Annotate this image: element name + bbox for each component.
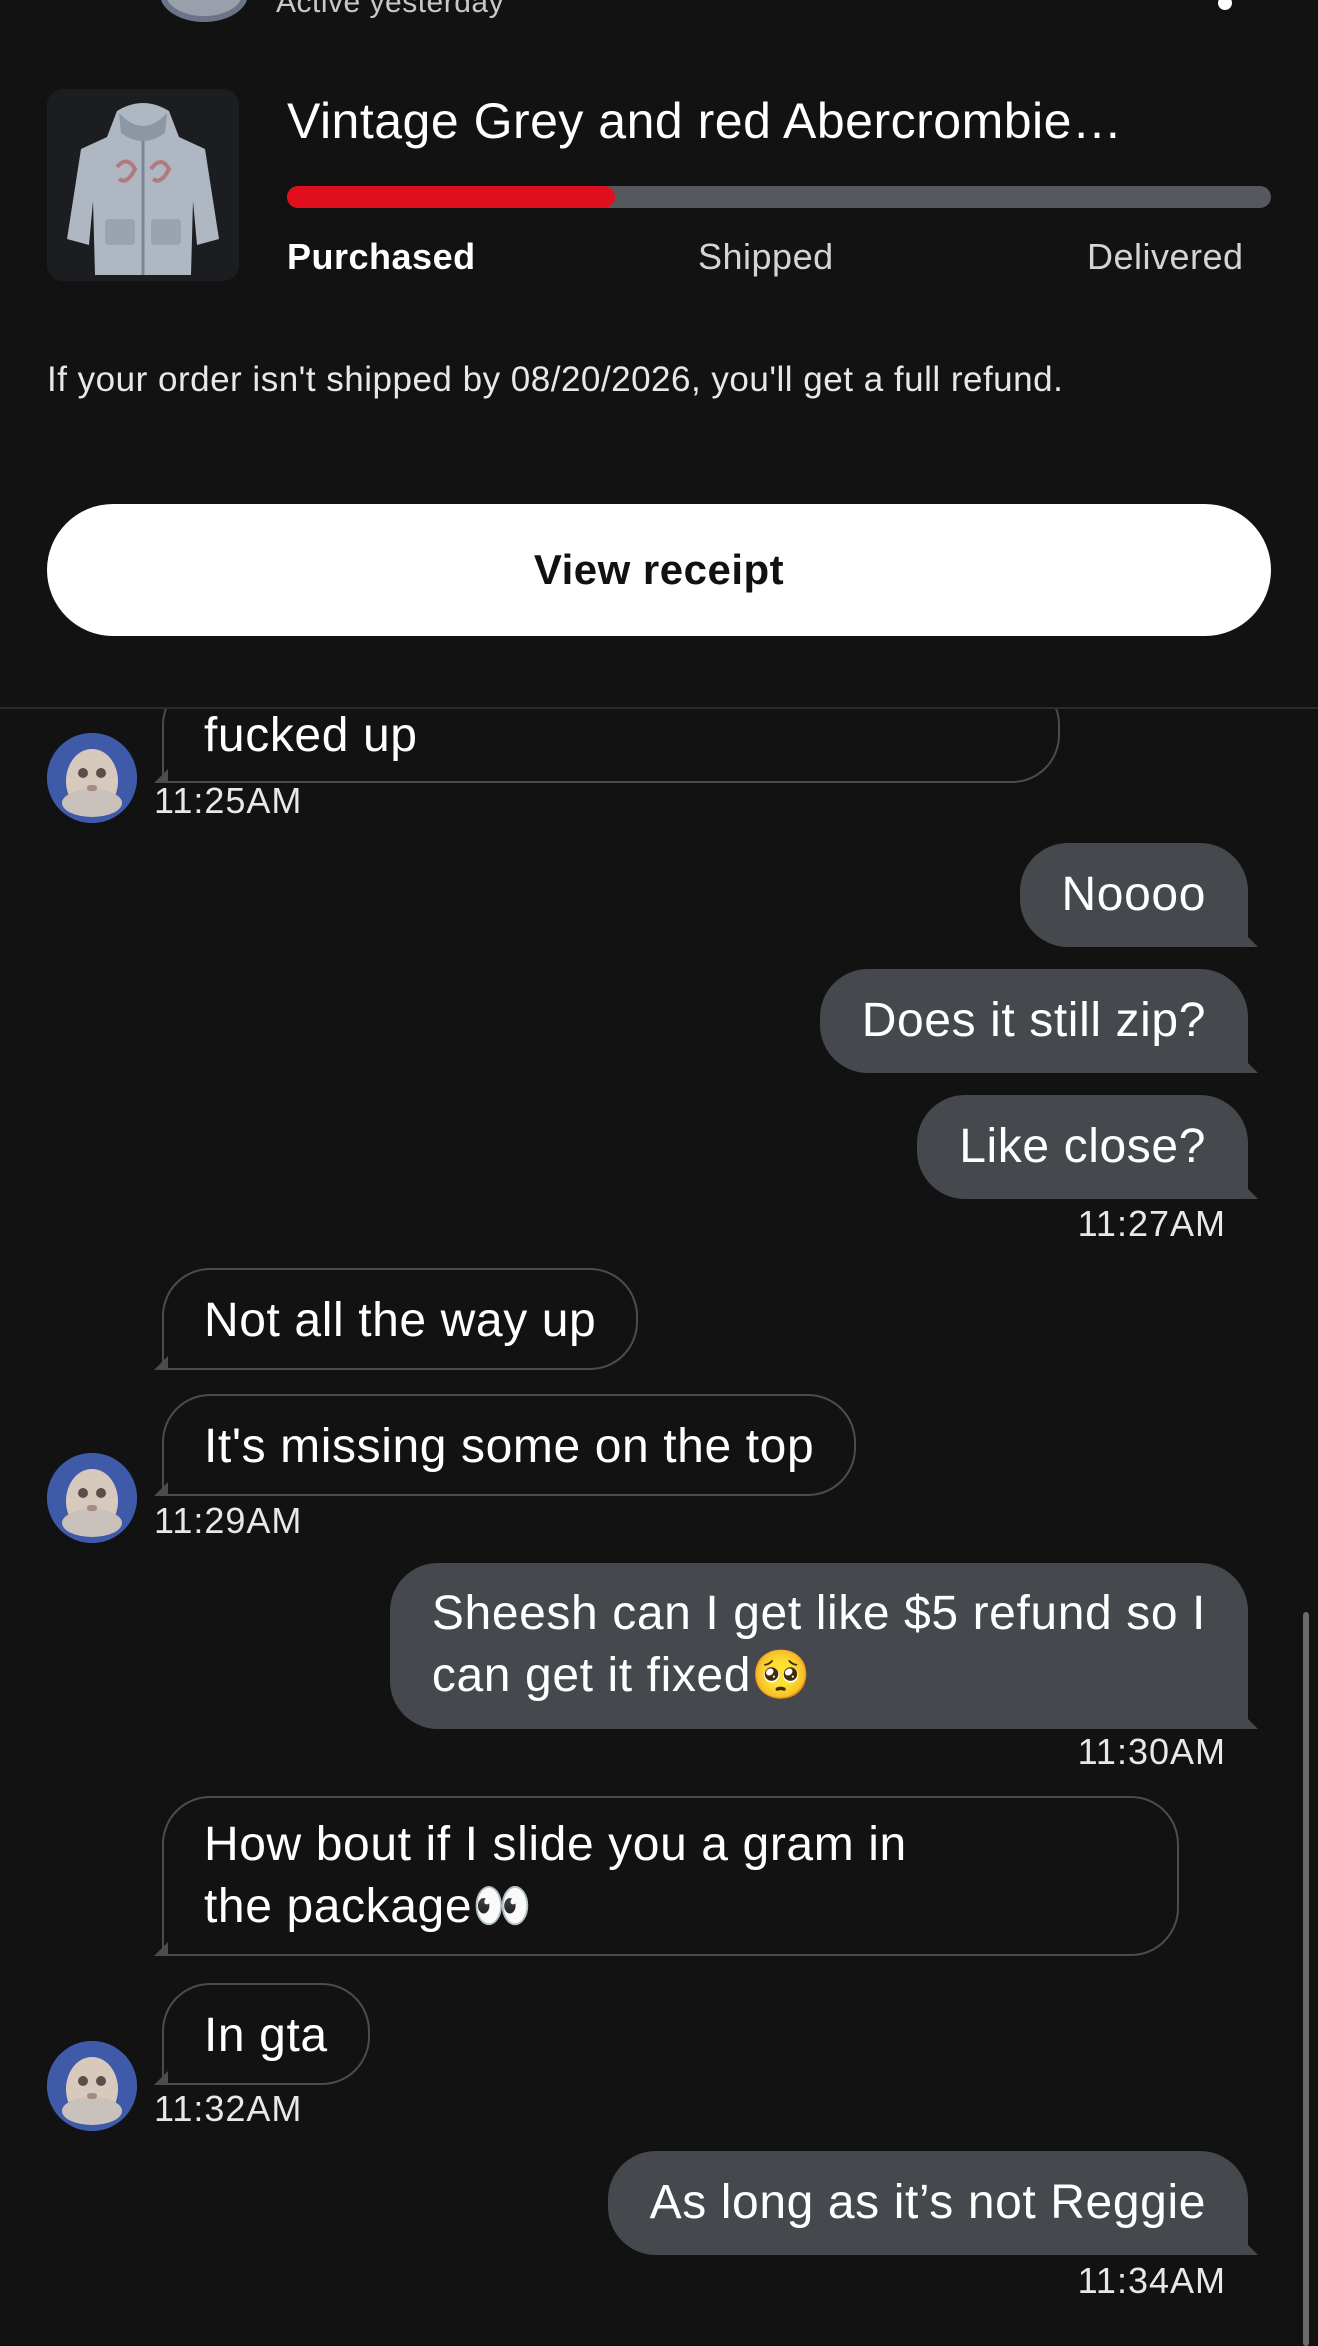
item-thumbnail[interactable] — [47, 89, 239, 281]
message-text: Does it still zip? — [861, 994, 1206, 1047]
message-timestamp: 11:30AM — [1077, 1731, 1226, 1772]
chat-scrollbar[interactable] — [1303, 1612, 1309, 2346]
message-bubble-incoming[interactable]: In gta — [154, 1983, 370, 2085]
message-text: It's missing some on the top — [204, 1420, 815, 1473]
seller-message-avatar[interactable] — [47, 733, 137, 823]
message-bubble-outgoing[interactable]: Like close? — [917, 1095, 1258, 1199]
message-bubble-incoming[interactable]: It's missing some on the top — [153, 1394, 857, 1496]
item-title[interactable]: Vintage Grey and red Abercrombie… — [287, 92, 1267, 150]
shipping-progress-bar — [287, 186, 1271, 208]
message-timestamp: 11:25AM — [154, 780, 303, 821]
message-timestamp: 11:32AM — [154, 2088, 303, 2129]
message-bubble-outgoing[interactable]: Sheesh can I get like $5 refund so I can… — [389, 1563, 1259, 1729]
step-purchased: Purchased — [287, 236, 476, 277]
seller-message-avatar[interactable] — [47, 1453, 137, 1543]
step-shipped: Shipped — [698, 236, 834, 277]
message-text: Not all the way up — [204, 1294, 597, 1347]
message-text: As long as it’s not Reggie — [649, 2176, 1206, 2229]
message-text: Noooo — [1061, 868, 1206, 921]
message-bubble-incoming[interactable]: Not all the way up — [153, 1268, 639, 1370]
message-bubble-outgoing[interactable]: As long as it’s not Reggie — [607, 2151, 1259, 2255]
message-text: Like close? — [959, 1120, 1206, 1173]
avatar-face-icon — [47, 733, 137, 823]
message-text-line: How bout if I slide you a gram in — [204, 1818, 907, 1871]
message-bubble-incoming[interactable]: How bout if I slide you a gram in the pa… — [154, 1796, 1179, 1956]
shipping-progress-fill — [287, 186, 615, 208]
message-bubble-incoming[interactable]: fucked up — [154, 709, 1060, 783]
message-text-line: the package👀 — [204, 1880, 533, 1933]
seller-avatar[interactable] — [160, 0, 248, 22]
message-bubble-outgoing[interactable]: Noooo — [1019, 843, 1259, 947]
message-text-line: can get it fixed🥺 — [431, 1649, 812, 1702]
message-bubble-outgoing[interactable]: Does it still zip? — [819, 969, 1259, 1073]
more-options-icon[interactable] — [1218, 0, 1232, 10]
view-receipt-button[interactable]: View receipt — [47, 504, 1271, 636]
message-timestamp: 11:34AM — [1077, 2260, 1226, 2301]
message-text: In gta — [204, 2009, 328, 2062]
refund-guarantee-note: If your order isn't shipped by 08/20/202… — [47, 360, 1064, 399]
hoodie-image — [47, 89, 239, 281]
message-timestamp: 11:29AM — [154, 1500, 303, 1541]
seller-message-avatar[interactable] — [47, 2041, 137, 2131]
seller-activity-status: Active yesterday — [276, 0, 505, 19]
message-timestamp: 11:27AM — [1077, 1203, 1226, 1244]
avatar-face-icon — [47, 2041, 137, 2131]
message-text: fucked up — [204, 709, 418, 762]
step-delivered: Delivered — [1087, 236, 1244, 277]
message-thread[interactable]: fucked up 11:25AM Noooo Does it still zi… — [0, 709, 1318, 2346]
avatar-face-icon — [47, 1453, 137, 1543]
message-text-line: Sheesh can I get like $5 refund so I — [431, 1587, 1206, 1640]
